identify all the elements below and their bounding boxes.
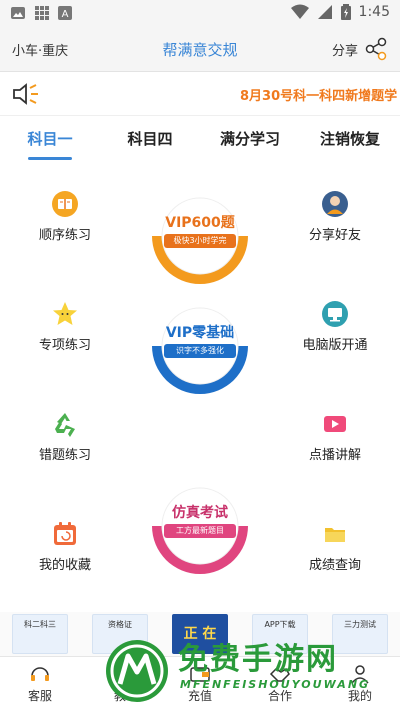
feature-label: 专项练习 [38, 338, 91, 353]
feature-label: 电脑版开通 [302, 338, 368, 353]
status-bar: A 1:45 [0, 0, 400, 28]
signal-icon [317, 5, 332, 19]
clock: 1:45 [358, 4, 390, 20]
nav-label: 客服 [27, 689, 52, 703]
user-avatar-icon [322, 191, 348, 217]
calendar-icon [54, 522, 76, 545]
vip-card-title: VIP600题 [165, 215, 235, 231]
nav-customer-service[interactable]: 客服 [0, 657, 80, 711]
computer-icon [322, 301, 348, 327]
sequential-practice-button[interactable]: 顺序练习 [10, 190, 120, 243]
score-query-button[interactable]: 成绩查询 [280, 520, 390, 573]
vip-card-subtitle: 工方最新题目 [164, 524, 236, 538]
folder-icon [325, 528, 345, 542]
subject-tabs: 科目一 科目四 满分学习 注销恢复 [0, 118, 400, 162]
main-content: 顺序练习 专项练习 错题练习 我的收藏 分享好友 电脑版开通 点播讲解 成绩查询… [0, 162, 400, 610]
photo-icon [11, 7, 25, 19]
star-icon [53, 302, 77, 325]
video-icon [324, 416, 346, 432]
share-icon [365, 37, 387, 61]
vip-card-subtitle: 识字不多强化 [164, 344, 236, 358]
battery-icon [340, 4, 351, 20]
vip-zero-basis-card[interactable]: VIP零基础 识字不多强化 [146, 300, 254, 396]
book-icon [52, 191, 78, 217]
vip-card-subtitle: 极快3小时学完 [164, 234, 236, 248]
feature-label: 点播讲解 [308, 448, 361, 463]
a-badge-icon: A [58, 6, 72, 20]
vip-600-card[interactable]: VIP600题 极快3小时学完 [146, 190, 254, 286]
pc-version-button[interactable]: 电脑版开通 [280, 300, 390, 353]
special-practice-button[interactable]: 专项练习 [10, 300, 120, 353]
feature-label: 分享好友 [308, 228, 361, 243]
watermark-subtext: MFENFEISHOUYOUWANG [180, 678, 371, 691]
recycle-icon [55, 413, 75, 437]
watermark: 免费手游网 MFENFEISHOUYOUWANG [100, 630, 400, 711]
notice-text: 8月30号科一科四新增题学 [240, 89, 398, 104]
feature-label: 我的收藏 [38, 558, 91, 573]
my-favorites-button[interactable]: 我的收藏 [10, 520, 120, 573]
feature-label: 顺序练习 [38, 228, 91, 243]
mock-exam-card[interactable]: 仿真考试 工方最新题目 [146, 480, 254, 576]
notice-bar[interactable]: 8月30号科一科四新增题学 [0, 72, 400, 116]
watermark-text: 免费手游网 [178, 642, 338, 677]
vip-card-title: VIP零基础 [165, 325, 235, 341]
watermark-logo [106, 640, 168, 702]
share-label: 分享 [331, 43, 358, 59]
headset-icon [31, 667, 49, 681]
tab-cancel-restore[interactable]: 注销恢复 [300, 118, 400, 162]
speaker-icon [13, 83, 38, 105]
feature-label: 成绩查询 [308, 558, 361, 573]
video-explain-button[interactable]: 点播讲解 [280, 410, 390, 463]
app-header: 小车·重庆 帮满意交规 分享 [0, 28, 400, 72]
tab-full-score[interactable]: 满分学习 [200, 118, 300, 162]
svg-text:A: A [62, 9, 69, 20]
share-button[interactable]: 分享 [332, 37, 388, 61]
wrong-question-practice-button[interactable]: 错题练习 [10, 410, 120, 463]
vip-card-title: 仿真考试 [172, 505, 228, 521]
feature-label: 错题练习 [38, 448, 91, 463]
tab-subject-four[interactable]: 科目四 [100, 118, 200, 162]
banner-subject-two-three[interactable]: 科二科三 [12, 614, 68, 654]
tab-subject-one[interactable]: 科目一 [0, 118, 100, 162]
grid-icon [35, 6, 49, 20]
share-friends-button[interactable]: 分享好友 [280, 190, 390, 243]
wifi-icon [290, 4, 309, 19]
